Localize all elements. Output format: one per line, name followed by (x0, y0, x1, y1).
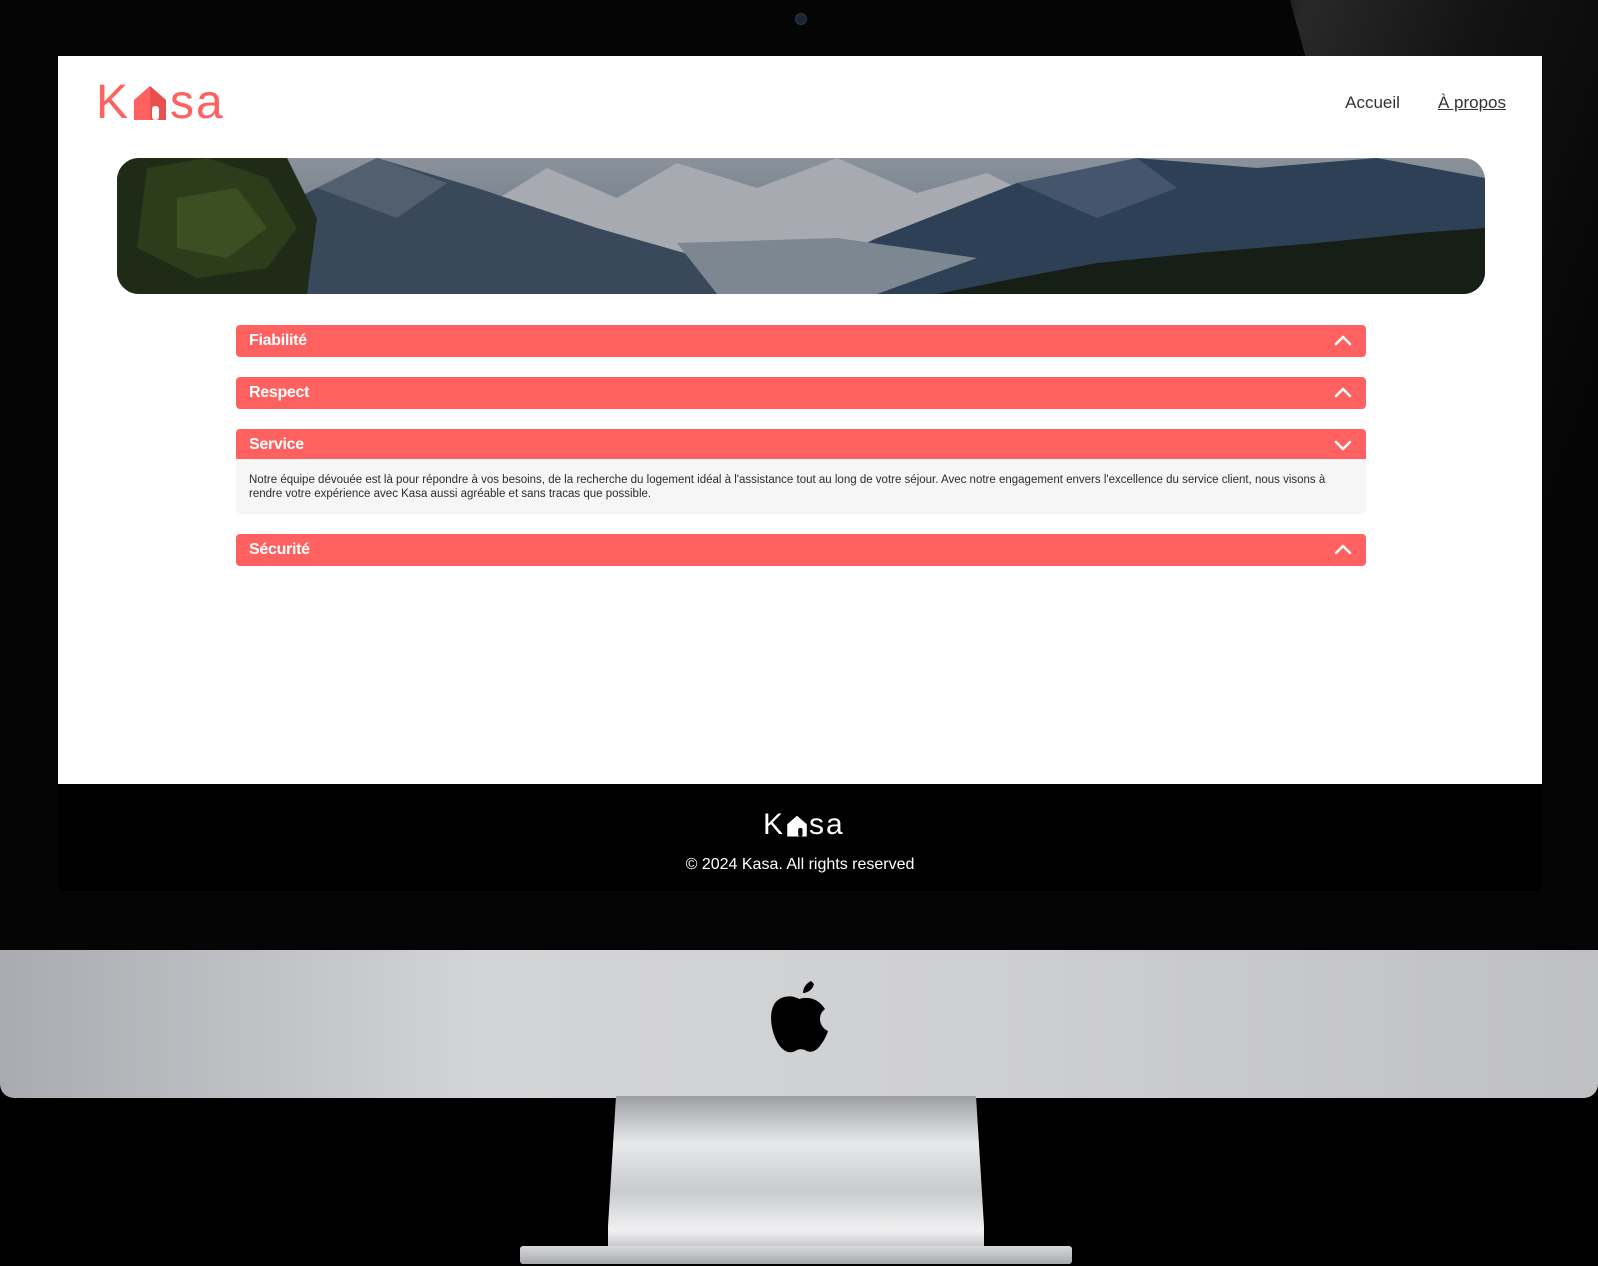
footer-kasa-logo: K sa (763, 808, 845, 842)
banner-overlay (117, 158, 1485, 294)
footer-logo-letters-sa: sa (809, 808, 845, 841)
logo-letter-k: K (96, 75, 131, 129)
apple-logo-icon (771, 981, 828, 1053)
main-nav: Accueil À propos (1345, 93, 1506, 113)
nav-link-a-propos[interactable]: À propos (1438, 93, 1506, 113)
collapse-header-fiabilite[interactable]: Fiabilité (236, 325, 1366, 357)
footer-copyright: © 2024 Kasa. All rights reserved (685, 856, 915, 873)
collapse-respect: Respect (236, 377, 1366, 409)
collapse-header-securite[interactable]: Sécurité (236, 533, 1366, 566)
collapse-service: Service Notre équipe dévouée est là pour… (236, 429, 1366, 514)
chevron-up-icon[interactable] (1334, 541, 1352, 559)
chevron-up-icon[interactable] (1334, 332, 1352, 350)
collapse-header-respect[interactable]: Respect (236, 377, 1366, 409)
values-collapse-list: Fiabilité Respect Service Notre équipe d… (236, 325, 1366, 586)
nav-link-accueil[interactable]: Accueil (1345, 93, 1400, 113)
camera-icon (795, 13, 807, 25)
collapse-header-service[interactable]: Service (236, 429, 1366, 461)
house-icon (134, 86, 167, 120)
collapse-securite: Sécurité (236, 533, 1366, 566)
about-banner (117, 158, 1485, 294)
chevron-down-icon[interactable] (1334, 436, 1352, 454)
site-header: K sa Accueil À propos (58, 56, 1542, 156)
logo-letters-sa: sa (170, 75, 225, 129)
collapse-title: Sécurité (249, 540, 310, 558)
site-footer: K sa © 2024 Kasa. All rights reserved (58, 784, 1542, 891)
chevron-up-icon[interactable] (1334, 384, 1352, 402)
monitor-stand (608, 1096, 984, 1254)
house-icon (787, 815, 807, 836)
collapse-title: Respect (249, 384, 310, 401)
collapse-title: Fiabilité (249, 332, 307, 349)
monitor-stand-base (520, 1246, 1072, 1264)
collapse-title: Service (249, 436, 304, 453)
kasa-logo[interactable]: K sa (96, 76, 225, 129)
collapse-content-service: Notre équipe dévouée est là pour répondr… (236, 459, 1366, 514)
browser-screen: K sa Accueil À propos Fiabilité Respect … (58, 56, 1542, 891)
collapse-fiabilite: Fiabilité (236, 325, 1366, 357)
footer-logo-letter-k: K (763, 808, 786, 841)
